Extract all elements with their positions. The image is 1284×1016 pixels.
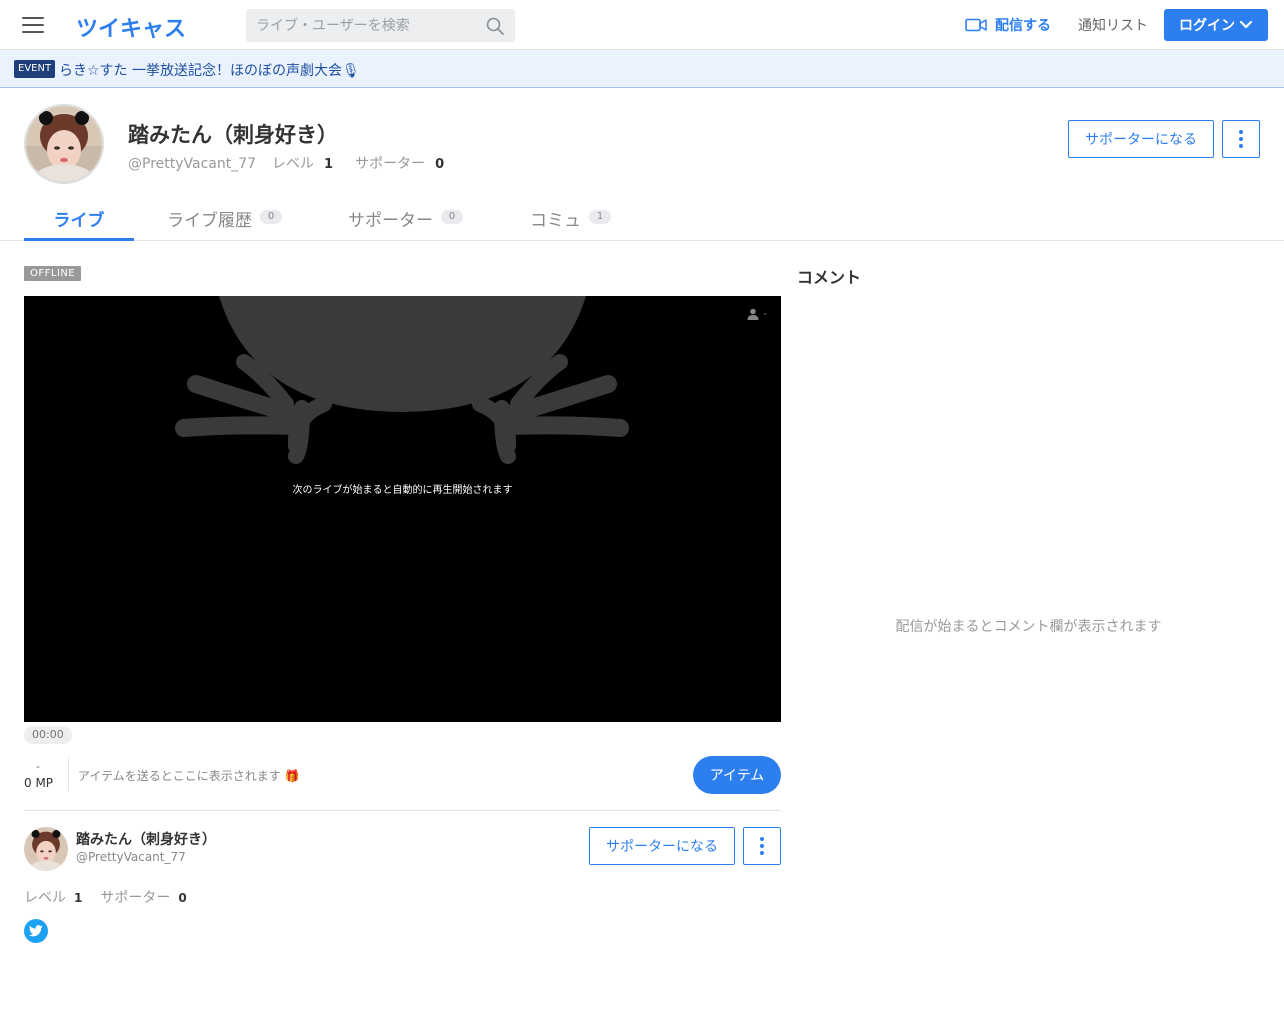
- profile-name: 踏みたん（刺身好き）: [128, 123, 338, 147]
- avatar[interactable]: [24, 104, 104, 184]
- profile-meta: @PrettyVacant_77 レベル 1 サポーター 0: [128, 153, 466, 173]
- avatar[interactable]: [24, 827, 68, 871]
- more-options-button[interactable]: [743, 827, 781, 865]
- become-supporter-button[interactable]: サポーターになる: [589, 827, 735, 865]
- broadcast-link[interactable]: 配信する: [965, 15, 1051, 35]
- tab-label: ライブ履歴: [167, 211, 252, 231]
- offline-badge: OFFLINE: [24, 266, 82, 281]
- supporter-label: サポーター: [355, 156, 426, 172]
- playback-time: 00:00: [24, 726, 72, 744]
- become-supporter-button[interactable]: サポーターになる: [1068, 120, 1214, 158]
- item-button[interactable]: アイテム: [693, 756, 781, 794]
- supporter-count: 0: [435, 157, 445, 172]
- video-camera-icon: [965, 18, 987, 32]
- tab-label: サポーター: [348, 211, 433, 231]
- profile-meta: レベル 1 サポーター 0: [24, 887, 205, 907]
- chevron-down-icon: [1239, 20, 1253, 29]
- twitter-bird-icon: [29, 925, 43, 937]
- profile-handle: @PrettyVacant_77: [128, 156, 257, 172]
- tab-live-history[interactable]: ライブ履歴 0: [167, 196, 282, 241]
- event-banner[interactable]: EVENT らき☆すた 一挙放送記念！ほのぼの声劇大会🎙: [0, 50, 1284, 88]
- avatar-image: [24, 827, 68, 871]
- comment-empty-message: 配信が始まるとコメント欄が表示されます: [895, 619, 1162, 635]
- supporter-label: サポーター: [100, 890, 171, 906]
- broadcast-label: 配信する: [995, 18, 1051, 34]
- search-input[interactable]: [256, 9, 481, 42]
- avatar-image: [26, 106, 102, 182]
- mp-value: 0 MP: [24, 776, 54, 790]
- notify-list-link[interactable]: 通知リスト: [1078, 15, 1148, 35]
- video-player[interactable]: - 次のライブが始まると自動的に再生開始されます: [24, 296, 781, 722]
- mp-dash: -: [36, 760, 40, 773]
- hamburger-menu-icon[interactable]: [22, 15, 44, 35]
- twitter-link[interactable]: [24, 919, 48, 943]
- level-label: レベル: [272, 156, 315, 172]
- viewer-count-value: -: [763, 308, 767, 320]
- viewer-count: -: [747, 308, 767, 320]
- person-icon: [747, 308, 759, 320]
- item-message: アイテムを送るとここに表示されます 🎁: [78, 769, 300, 783]
- mascot-silhouette: [175, 296, 629, 464]
- level-label: レベル: [24, 890, 66, 906]
- tab-live[interactable]: ライブ: [24, 196, 134, 241]
- login-label: ログイン: [1179, 18, 1235, 34]
- tab-count: 1: [589, 210, 611, 224]
- login-button[interactable]: ログイン: [1164, 9, 1268, 41]
- player-message: 次のライブが始まると自動的に再生開始されます: [292, 485, 513, 496]
- tab-label: コミュ: [530, 211, 581, 231]
- profile-tabs: ライブ ライブ履歴 0 サポーター 0 コミュ 1: [0, 196, 1284, 241]
- supporter-count: 0: [178, 891, 187, 905]
- tab-count: 0: [441, 210, 463, 224]
- more-options-button[interactable]: [1222, 120, 1260, 158]
- profile-handle: @PrettyVacant_77: [76, 850, 186, 864]
- tab-community[interactable]: コミュ 1: [530, 196, 611, 241]
- level-value: 1: [74, 891, 83, 905]
- kebab-menu-icon: [760, 837, 764, 855]
- event-badge: EVENT: [14, 60, 56, 78]
- site-logo[interactable]: ツイキャス: [76, 11, 186, 43]
- event-text[interactable]: らき☆すた 一挙放送記念！ほのぼの声劇大会🎙: [59, 60, 360, 80]
- tab-label: ライブ: [53, 211, 105, 231]
- site-header: ツイキャス 配信する 通知リスト ログイン: [0, 0, 1284, 50]
- search-box: [246, 9, 515, 42]
- tab-supporters[interactable]: サポーター 0: [348, 196, 463, 241]
- divider: [24, 810, 781, 811]
- level-value: 1: [324, 157, 334, 172]
- divider: [68, 757, 69, 791]
- kebab-menu-icon: [1239, 130, 1243, 148]
- search-icon[interactable]: [485, 16, 505, 36]
- profile-name[interactable]: 踏みたん（刺身好き）: [76, 829, 216, 849]
- tab-count: 0: [260, 210, 282, 224]
- comment-title: コメント: [797, 268, 862, 287]
